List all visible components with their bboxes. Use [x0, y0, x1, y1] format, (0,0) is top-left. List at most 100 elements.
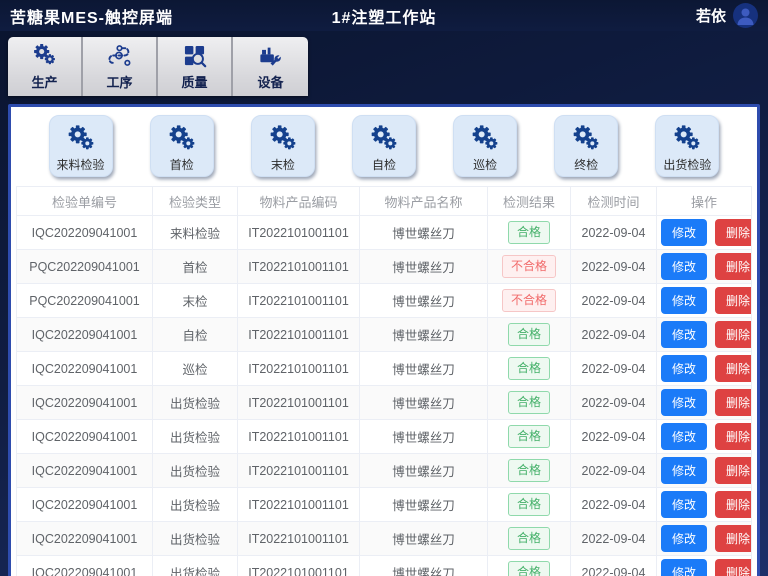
result-cell: 合格 — [488, 420, 571, 454]
delete-button[interactable]: 删除 — [715, 389, 751, 416]
table-header: 检验单编号检验类型物料产品编码物料产品名称检测结果检测时间操作 — [17, 187, 752, 216]
delete-button[interactable]: 删除 — [715, 287, 751, 314]
quick-button-last-inspection[interactable]: 末检 — [251, 115, 315, 177]
date-cell: 2022-09-04 — [571, 454, 657, 488]
column-header: 物料产品名称 — [360, 187, 488, 216]
code-cell: IT2022101001101 — [238, 318, 360, 352]
code-cell: IT2022101001101 — [238, 420, 360, 454]
edit-button[interactable]: 修改 — [661, 321, 707, 348]
actions-cell: 修改删除 — [657, 454, 752, 488]
code-cell: IT2022101001101 — [238, 352, 360, 386]
delete-button[interactable]: 删除 — [715, 321, 751, 348]
name-cell: 博世螺丝刀 — [360, 386, 488, 420]
code-cell: IT2022101001101 — [238, 250, 360, 284]
actions-cell: 修改删除 — [657, 556, 752, 576]
user-area[interactable]: 若依 — [696, 3, 758, 28]
result-cell: 合格 — [488, 522, 571, 556]
actions-cell: 修改删除 — [657, 420, 752, 454]
quick-button-final-inspection[interactable]: 终检 — [554, 115, 618, 177]
date-cell: 2022-09-04 — [571, 522, 657, 556]
name-cell: 博世螺丝刀 — [360, 488, 488, 522]
delete-button[interactable]: 删除 — [715, 423, 751, 450]
tab-production[interactable]: 生产 — [8, 37, 83, 96]
quick-button-label: 自检 — [372, 156, 396, 173]
order-no-cell: PQC202209041001 — [17, 250, 153, 284]
result-cell: 合格 — [488, 386, 571, 420]
quick-button-incoming-inspection[interactable]: 来料检验 — [49, 115, 113, 177]
result-cell: 合格 — [488, 318, 571, 352]
gears-icon — [569, 123, 603, 155]
quick-button-self-inspection[interactable]: 自检 — [352, 115, 416, 177]
edit-button[interactable]: 修改 — [661, 253, 707, 280]
name-cell: 博世螺丝刀 — [360, 420, 488, 454]
order-no-cell: IQC202209041001 — [17, 420, 153, 454]
delete-button[interactable]: 删除 — [715, 219, 751, 246]
quick-button-label: 末检 — [271, 156, 295, 173]
table-row: IQC202209041001出货检验IT2022101001101博世螺丝刀合… — [17, 488, 752, 522]
code-cell: IT2022101001101 — [238, 488, 360, 522]
edit-button[interactable]: 修改 — [661, 219, 707, 246]
quick-button-label: 出货检验 — [663, 156, 711, 173]
username: 若依 — [696, 5, 726, 26]
inspection-table: 检验单编号检验类型物料产品编码物料产品名称检测结果检测时间操作 IQC20220… — [16, 186, 752, 576]
edit-button[interactable]: 修改 — [661, 559, 707, 576]
tab-equipment[interactable]: 设备 — [233, 37, 308, 96]
date-cell: 2022-09-04 — [571, 250, 657, 284]
result-badge: 不合格 — [502, 289, 556, 311]
result-badge: 不合格 — [502, 255, 556, 277]
edit-button[interactable]: 修改 — [661, 525, 707, 552]
table-body: IQC202209041001来料检验IT2022101001101博世螺丝刀合… — [17, 216, 752, 576]
delete-button[interactable]: 删除 — [715, 253, 751, 280]
delete-button[interactable]: 删除 — [715, 559, 751, 576]
order-no-cell: IQC202209041001 — [17, 556, 153, 576]
result-cell: 合格 — [488, 454, 571, 488]
date-cell: 2022-09-04 — [571, 420, 657, 454]
name-cell: 博世螺丝刀 — [360, 352, 488, 386]
table-row: IQC202209041001出货检验IT2022101001101博世螺丝刀合… — [17, 454, 752, 488]
table-row: PQC202209041001末检IT2022101001101博世螺丝刀不合格… — [17, 284, 752, 318]
result-badge: 合格 — [508, 459, 550, 481]
quick-button-shipment-inspection[interactable]: 出货检验 — [655, 115, 719, 177]
column-header: 检验单编号 — [17, 187, 153, 216]
type-cell: 来料检验 — [153, 216, 238, 250]
date-cell: 2022-09-04 — [571, 556, 657, 576]
edit-button[interactable]: 修改 — [661, 355, 707, 382]
actions-cell: 修改删除 — [657, 250, 752, 284]
table-row: IQC202209041001出货检验IT2022101001101博世螺丝刀合… — [17, 386, 752, 420]
date-cell: 2022-09-04 — [571, 284, 657, 318]
edit-button[interactable]: 修改 — [661, 423, 707, 450]
edit-button[interactable]: 修改 — [661, 457, 707, 484]
edit-button[interactable]: 修改 — [661, 287, 707, 314]
code-cell: IT2022101001101 — [238, 216, 360, 250]
result-cell: 合格 — [488, 216, 571, 250]
equipment-wrench-icon — [257, 42, 284, 69]
name-cell: 博世螺丝刀 — [360, 284, 488, 318]
result-cell: 合格 — [488, 352, 571, 386]
quick-button-patrol-inspection[interactable]: 巡检 — [453, 115, 517, 177]
type-cell: 巡检 — [153, 352, 238, 386]
delete-button[interactable]: 删除 — [715, 355, 751, 382]
delete-button[interactable]: 删除 — [715, 457, 751, 484]
type-cell: 自检 — [153, 318, 238, 352]
result-badge: 合格 — [508, 221, 550, 243]
user-avatar-icon[interactable] — [733, 3, 758, 28]
edit-button[interactable]: 修改 — [661, 491, 707, 518]
code-cell: IT2022101001101 — [238, 284, 360, 318]
quick-button-label: 巡检 — [473, 156, 497, 173]
tab-label: 工序 — [106, 72, 132, 91]
edit-button[interactable]: 修改 — [661, 389, 707, 416]
quick-button-first-inspection[interactable]: 首检 — [150, 115, 214, 177]
delete-button[interactable]: 删除 — [715, 491, 751, 518]
date-cell: 2022-09-04 — [571, 488, 657, 522]
tab-quality[interactable]: 质量 — [158, 37, 233, 96]
table-row: IQC202209041001出货检验IT2022101001101博世螺丝刀合… — [17, 522, 752, 556]
tab-process[interactable]: 工序 — [83, 37, 158, 96]
result-badge: 合格 — [508, 425, 550, 447]
actions-cell: 修改删除 — [657, 284, 752, 318]
column-header: 检测结果 — [488, 187, 571, 216]
code-cell: IT2022101001101 — [238, 454, 360, 488]
table-row: IQC202209041001出货检验IT2022101001101博世螺丝刀合… — [17, 556, 752, 576]
type-cell: 出货检验 — [153, 488, 238, 522]
delete-button[interactable]: 删除 — [715, 525, 751, 552]
date-cell: 2022-09-04 — [571, 216, 657, 250]
